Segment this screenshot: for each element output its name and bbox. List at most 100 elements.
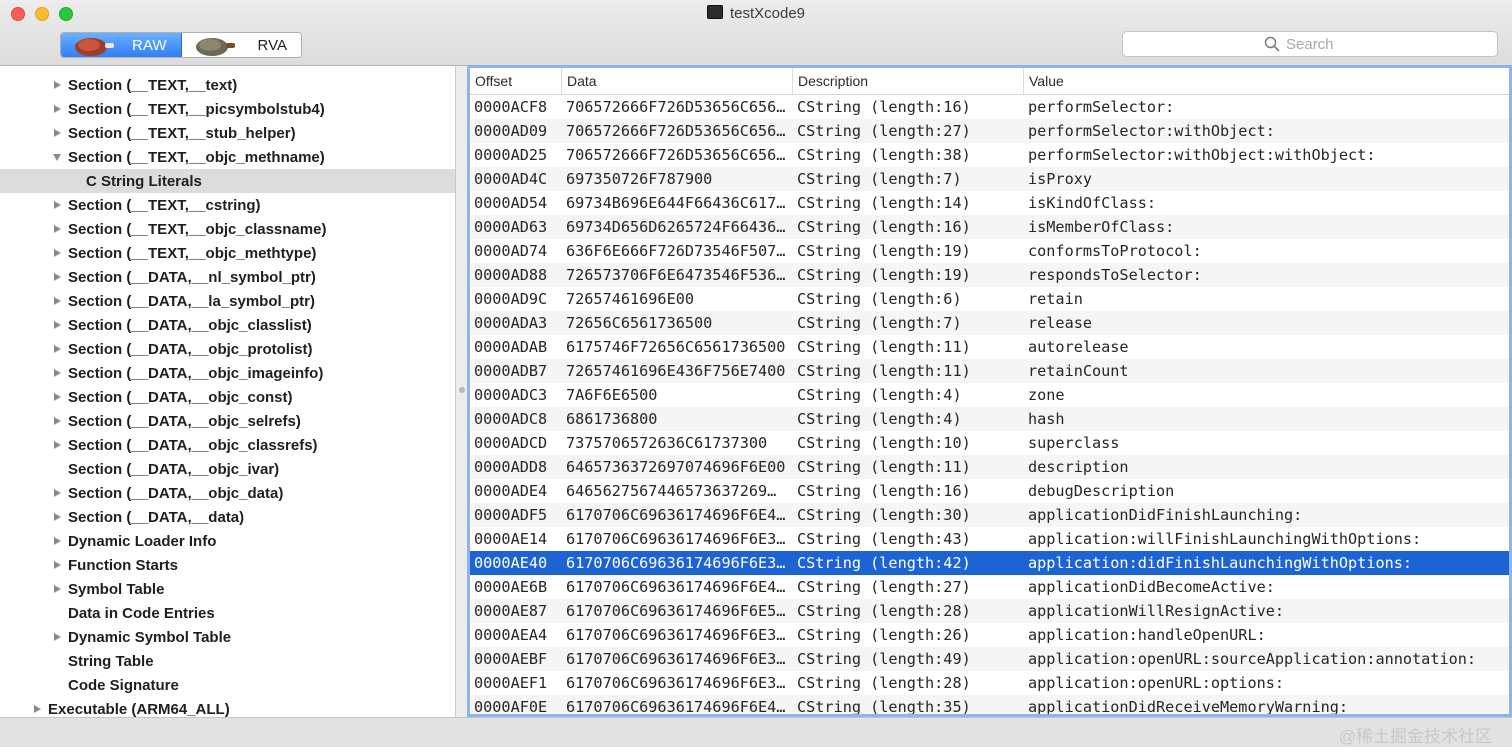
disclosure-expanded-icon[interactable] bbox=[52, 152, 62, 162]
rva-segment-label: RVA bbox=[257, 36, 287, 54]
table-row[interactable]: 0000ACF8 706572666F726D53656C656… CString … bbox=[470, 95, 1509, 119]
disclosure-collapsed-icon[interactable] bbox=[52, 248, 62, 258]
table-row[interactable]: 0000AD4C 697350726F787900 CString (length:… bbox=[470, 167, 1509, 191]
table-row[interactable]: 0000AF0E 6170706C69636174696F6E4… CString … bbox=[470, 695, 1509, 714]
sidebar-item[interactable]: Section (__DATA,__la_symbol_ptr) bbox=[0, 289, 455, 313]
table-row[interactable]: 0000AD9C 72657461696E00 CString (length:6)… bbox=[470, 287, 1509, 311]
table-row[interactable]: 0000AD25 706572666F726D53656C656… CString … bbox=[470, 143, 1509, 167]
table-row[interactable]: 0000ADC8 6861736800 CString (length:4) hash bbox=[470, 407, 1509, 431]
sidebar-item[interactable]: Section (__DATA,__objc_classrefs) bbox=[0, 433, 455, 457]
disclosure-collapsed-icon[interactable] bbox=[52, 416, 62, 426]
sidebar-item[interactable]: Section (__TEXT,__text) bbox=[0, 73, 455, 97]
sidebar-item[interactable]: Function Starts bbox=[0, 553, 455, 577]
disclosure-collapsed-icon[interactable] bbox=[52, 560, 62, 570]
table-row[interactable]: 0000ADD8 6465736372697074696F6E00 CString … bbox=[470, 455, 1509, 479]
sidebar-item[interactable]: Section (__TEXT,__objc_methname) bbox=[0, 145, 455, 169]
table-row[interactable]: 0000ADB7 72657461696E436F756E7400 CString … bbox=[470, 359, 1509, 383]
sidebar-item[interactable]: String Table bbox=[0, 649, 455, 673]
disclosure-collapsed-icon[interactable] bbox=[52, 536, 62, 546]
disclosure-collapsed-icon[interactable] bbox=[52, 344, 62, 354]
column-header-description[interactable]: Description bbox=[793, 68, 1024, 94]
sidebar-item[interactable]: Executable (ARM64_ALL) bbox=[0, 697, 455, 717]
sidebar-item[interactable]: Section (__DATA,__objc_selrefs) bbox=[0, 409, 455, 433]
table-row[interactable]: 0000ADAB 6175746F72656C6561736500 CString … bbox=[470, 335, 1509, 359]
sidebar-item[interactable]: Section (__DATA,__objc_imageinfo) bbox=[0, 361, 455, 385]
table-row[interactable]: 0000ADE4 6465627567446573637269… CString (… bbox=[470, 479, 1509, 503]
sidebar-item[interactable]: Section (__TEXT,__picsymbolstub4) bbox=[0, 97, 455, 121]
sidebar-item[interactable]: Section (__DATA,__objc_protolist) bbox=[0, 337, 455, 361]
data-cell: 726573706F6E6473546F536… bbox=[566, 266, 786, 284]
sidebar-item[interactable]: Section (__TEXT,__objc_classname) bbox=[0, 217, 455, 241]
disclosure-collapsed-icon[interactable] bbox=[52, 200, 62, 210]
data-cell: 72657461696E436F756E7400 bbox=[566, 362, 786, 380]
sidebar-item[interactable]: Section (__TEXT,__cstring) bbox=[0, 193, 455, 217]
sidebar-item[interactable]: Section (__DATA,__objc_const) bbox=[0, 385, 455, 409]
table-row[interactable]: 0000AEF1 6170706C69636174696F6E3… CString … bbox=[470, 671, 1509, 695]
disclosure-collapsed-icon[interactable] bbox=[52, 512, 62, 522]
table-row[interactable]: 0000AD54 69734B696E644F66436C617… CString … bbox=[470, 191, 1509, 215]
disclosure-collapsed-icon[interactable] bbox=[52, 632, 62, 642]
disclosure-collapsed-icon[interactable] bbox=[52, 584, 62, 594]
split-view-divider-handle[interactable] bbox=[459, 387, 465, 393]
disclosure-collapsed-icon[interactable] bbox=[52, 296, 62, 306]
table-row[interactable]: 0000ADCD 7375706572636C61737300 CString (l… bbox=[470, 431, 1509, 455]
sidebar-item[interactable]: C String Literals bbox=[0, 169, 455, 193]
disclosure-collapsed-icon[interactable] bbox=[52, 320, 62, 330]
disclosure-collapsed-icon[interactable] bbox=[52, 224, 62, 234]
search-field[interactable] bbox=[1122, 31, 1498, 57]
sidebar-item-label: Code Signature bbox=[68, 676, 179, 694]
table-row[interactable]: 0000AE6B 6170706C69636174696F6E4… CString … bbox=[470, 575, 1509, 599]
table-row[interactable]: 0000ADA3 72656C6561736500 CString (length:… bbox=[470, 311, 1509, 335]
sidebar-item[interactable]: Section (__DATA,__objc_ivar) bbox=[0, 457, 455, 481]
sidebar-item[interactable]: Section (__TEXT,__objc_methtype) bbox=[0, 241, 455, 265]
data-cell: 706572666F726D53656C656… bbox=[566, 146, 786, 164]
disclosure-collapsed-icon[interactable] bbox=[52, 368, 62, 378]
disclosure-collapsed-icon[interactable] bbox=[52, 128, 62, 138]
disclosure-collapsed-icon[interactable] bbox=[52, 440, 62, 450]
disclosure-collapsed-icon[interactable] bbox=[52, 104, 62, 114]
table-row[interactable]: 0000AE87 6170706C69636174696F6E5… CString … bbox=[470, 599, 1509, 623]
table-row[interactable]: 0000AEBF 6170706C69636174696F6E3… CString … bbox=[470, 647, 1509, 671]
search-input[interactable] bbox=[1286, 35, 1356, 53]
column-header-value[interactable]: Value bbox=[1024, 68, 1509, 94]
value-cell: hash bbox=[1028, 410, 1065, 428]
data-cell: 69734B696E644F66436C617… bbox=[566, 194, 786, 212]
table-row[interactable]: 0000AE14 6170706C69636174696F6E3… CString … bbox=[470, 527, 1509, 551]
sidebar-item-label: Dynamic Loader Info bbox=[68, 532, 217, 550]
raw-segment-button[interactable]: RAW bbox=[61, 33, 182, 57]
sidebar-item[interactable]: Data in Code Entries bbox=[0, 601, 455, 625]
watermark-text: @稀土掘金技术社区 bbox=[1338, 727, 1492, 746]
sidebar-item[interactable]: Dynamic Loader Info bbox=[0, 529, 455, 553]
sidebar-item[interactable]: Section (__TEXT,__stub_helper) bbox=[0, 121, 455, 145]
column-header-offset[interactable]: Offset bbox=[470, 68, 562, 94]
value-cell: respondsToSelector: bbox=[1028, 266, 1202, 284]
column-header-data[interactable]: Data bbox=[562, 68, 793, 94]
sidebar-tree[interactable]: Section (__TEXT,__text) Section (__TEXT,_… bbox=[0, 66, 456, 717]
table-row[interactable]: 0000AD09 706572666F726D53656C656… CString … bbox=[470, 119, 1509, 143]
table-row[interactable]: 0000AD63 69734D656D6265724F66436… CString … bbox=[470, 215, 1509, 239]
data-cell: 6861736800 bbox=[566, 410, 658, 428]
offset-cell: 0000AD88 bbox=[474, 266, 548, 284]
table-row[interactable]: 0000ADF5 6170706C69636174696F6E4… CString … bbox=[470, 503, 1509, 527]
rva-segment-button[interactable]: RVA bbox=[181, 33, 301, 57]
sidebar-item[interactable]: Section (__DATA,__objc_classlist) bbox=[0, 313, 455, 337]
data-table[interactable]: Offset Data Description Value 0000ACF8 70… bbox=[467, 65, 1512, 717]
sidebar-item[interactable]: Symbol Table bbox=[0, 577, 455, 601]
sidebar-item[interactable]: Code Signature bbox=[0, 673, 455, 697]
sidebar-item[interactable]: Section (__DATA,__nl_symbol_ptr) bbox=[0, 265, 455, 289]
table-row[interactable]: 0000AE40 6170706C69636174696F6E3… CString … bbox=[470, 551, 1509, 575]
table-row[interactable]: 0000ADC3 7A6F6E6500 CString (length:4) zone bbox=[470, 383, 1509, 407]
table-row[interactable]: 0000AD88 726573706F6E6473546F536… CString … bbox=[470, 263, 1509, 287]
offset-cell: 0000AD4C bbox=[474, 170, 548, 188]
table-row[interactable]: 0000AD74 636F6E666F726D73546F507… CString … bbox=[470, 239, 1509, 263]
sidebar-item[interactable]: Dynamic Symbol Table bbox=[0, 625, 455, 649]
sidebar-item[interactable]: Section (__DATA,__objc_data) bbox=[0, 481, 455, 505]
disclosure-collapsed-icon[interactable] bbox=[52, 488, 62, 498]
description-cell: CString (length:28) bbox=[797, 674, 971, 692]
disclosure-collapsed-icon[interactable] bbox=[52, 392, 62, 402]
disclosure-collapsed-icon[interactable] bbox=[52, 272, 62, 282]
disclosure-collapsed-icon[interactable] bbox=[32, 704, 42, 714]
table-row[interactable]: 0000AEA4 6170706C69636174696F6E3… CString … bbox=[470, 623, 1509, 647]
sidebar-item[interactable]: Section (__DATA,__data) bbox=[0, 505, 455, 529]
disclosure-collapsed-icon[interactable] bbox=[52, 80, 62, 90]
